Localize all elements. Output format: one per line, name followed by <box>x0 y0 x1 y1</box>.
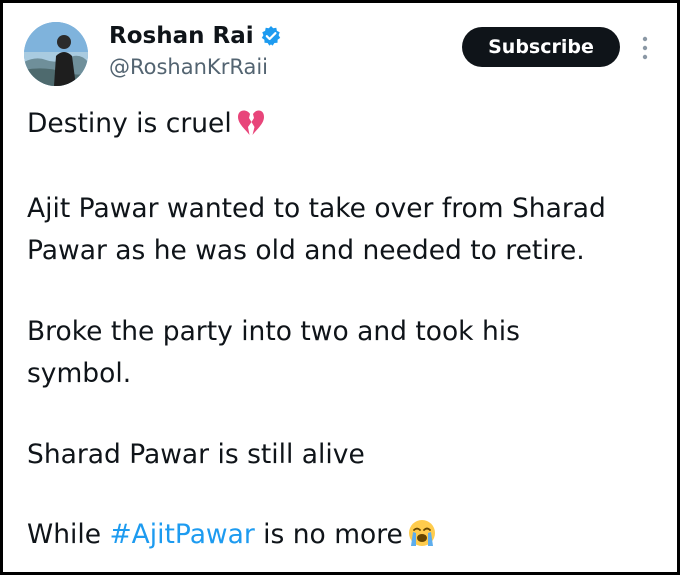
author-display-name[interactable]: Roshan Rai <box>109 23 254 49</box>
hashtag-link[interactable]: #AjitPawar <box>109 519 254 550</box>
author-name-row: Roshan Rai <box>109 23 282 49</box>
loudly-crying-face-icon <box>407 518 437 561</box>
tweet-text-line: Broke the party into two and took his <box>27 316 520 347</box>
tweet-paragraph-3: Broke the party into two and took his sy… <box>27 311 657 395</box>
tweet-text-segment: While <box>27 519 110 550</box>
tweet-paragraph-2: Ajit Pawar wanted to take over from Shar… <box>27 188 657 272</box>
tweet-text-line: Pawar as he was old and needed to retire… <box>27 235 585 266</box>
avatar-photo <box>24 22 88 86</box>
more-vertical-icon[interactable] <box>638 35 652 61</box>
avatar[interactable] <box>24 22 88 86</box>
subscribe-button[interactable]: Subscribe <box>462 27 620 67</box>
broken-heart-icon <box>236 108 266 150</box>
tweet-paragraph-1: Destiny is cruel <box>27 103 657 150</box>
tweet-card: Roshan Rai @RoshanKrRaii Subscribe Desti… <box>0 0 680 575</box>
verified-badge-icon <box>260 25 282 47</box>
tweet-text-line: Ajit Pawar wanted to take over from Shar… <box>27 193 606 224</box>
tweet-text-segment: is no more <box>254 519 403 550</box>
tweet-text-line: symbol. <box>27 358 132 389</box>
tweet-paragraph-4: Sharad Pawar is still alive <box>27 434 657 476</box>
author-handle[interactable]: @RoshanKrRaii <box>109 54 268 80</box>
tweet-text-line: Sharad Pawar is still alive <box>27 439 365 470</box>
tweet-text-line: Destiny is cruel <box>27 108 232 139</box>
tweet-paragraph-5: While #AjitPawar is no more <box>27 514 657 561</box>
tweet-text: Destiny is cruel Ajit Pawar wanted to ta… <box>27 103 657 561</box>
